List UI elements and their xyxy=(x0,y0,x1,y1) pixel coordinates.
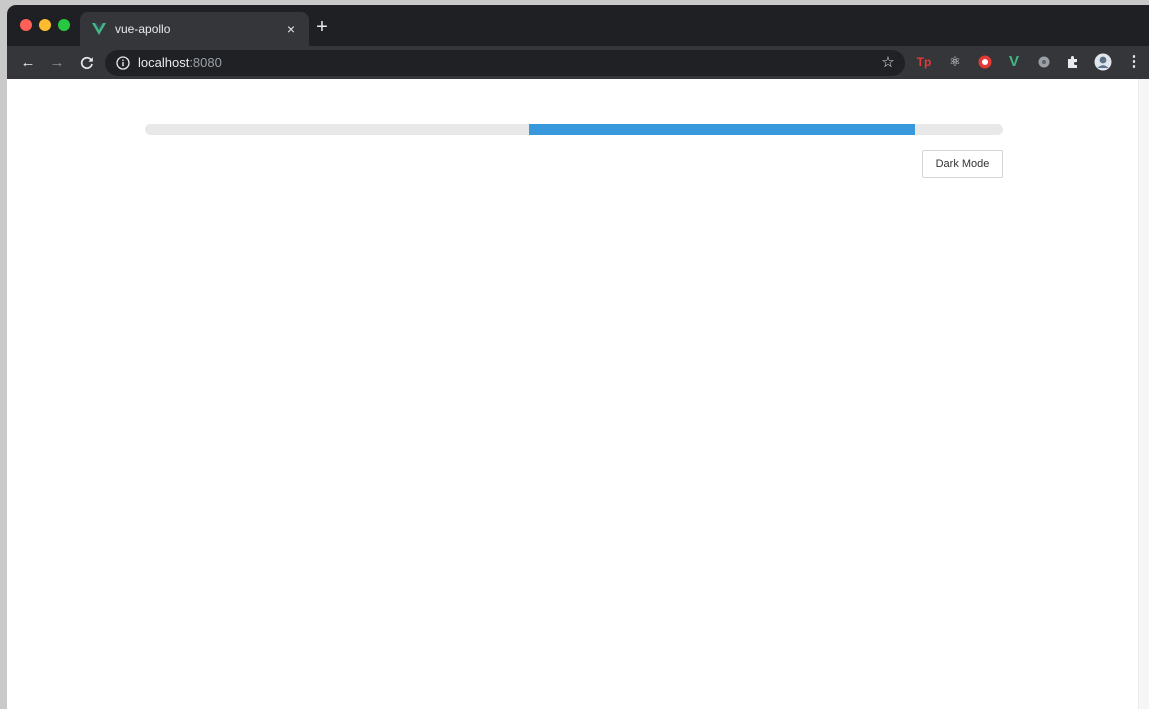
avatar[interactable] xyxy=(1094,53,1112,71)
url-port: :8080 xyxy=(189,55,222,70)
url-host: localhost xyxy=(138,55,190,70)
minimize-window-button[interactable] xyxy=(39,19,51,31)
close-window-button[interactable] xyxy=(20,19,32,31)
browser-window: vue-apollo × + ← → localhost:8080 ☆ Tp ⚛… xyxy=(7,5,1149,709)
react-devtools-icon[interactable]: ⚛ xyxy=(947,54,963,70)
vue-devtools-icon[interactable]: V xyxy=(1006,54,1022,70)
vue-logo-icon xyxy=(91,21,107,37)
reload-button[interactable] xyxy=(77,53,97,73)
kebab-menu-icon[interactable]: ⋮ xyxy=(1126,54,1142,70)
new-tab-button[interactable]: + xyxy=(313,17,331,37)
forward-button[interactable]: → xyxy=(47,53,67,73)
page-content: Dark Mode xyxy=(7,79,1138,709)
tp-extension-icon[interactable]: Tp xyxy=(916,54,932,70)
gray-circle-extension-icon[interactable] xyxy=(1036,54,1052,70)
dark-mode-button[interactable]: Dark Mode xyxy=(922,150,1003,178)
page-scrollbar[interactable] xyxy=(1138,79,1149,709)
tab-title: vue-apollo xyxy=(115,22,171,36)
puzzle-icon[interactable] xyxy=(1065,54,1081,70)
red-circle-extension-icon[interactable] xyxy=(977,54,993,70)
info-icon[interactable] xyxy=(116,56,130,70)
progress-bar-fill xyxy=(528,124,915,135)
address-bar[interactable]: localhost:8080 ☆ xyxy=(105,50,905,76)
tab-strip: vue-apollo × + xyxy=(7,5,1149,46)
url-text[interactable]: localhost:8080 xyxy=(138,55,222,71)
back-button[interactable]: ← xyxy=(18,53,38,73)
tab-close-icon[interactable]: × xyxy=(283,21,299,37)
reload-icon xyxy=(80,56,93,69)
progress-bar xyxy=(145,124,1003,135)
star-icon[interactable]: ☆ xyxy=(880,55,896,71)
tab-vue-apollo[interactable]: vue-apollo × xyxy=(80,12,309,46)
zoom-window-button[interactable] xyxy=(58,19,70,31)
